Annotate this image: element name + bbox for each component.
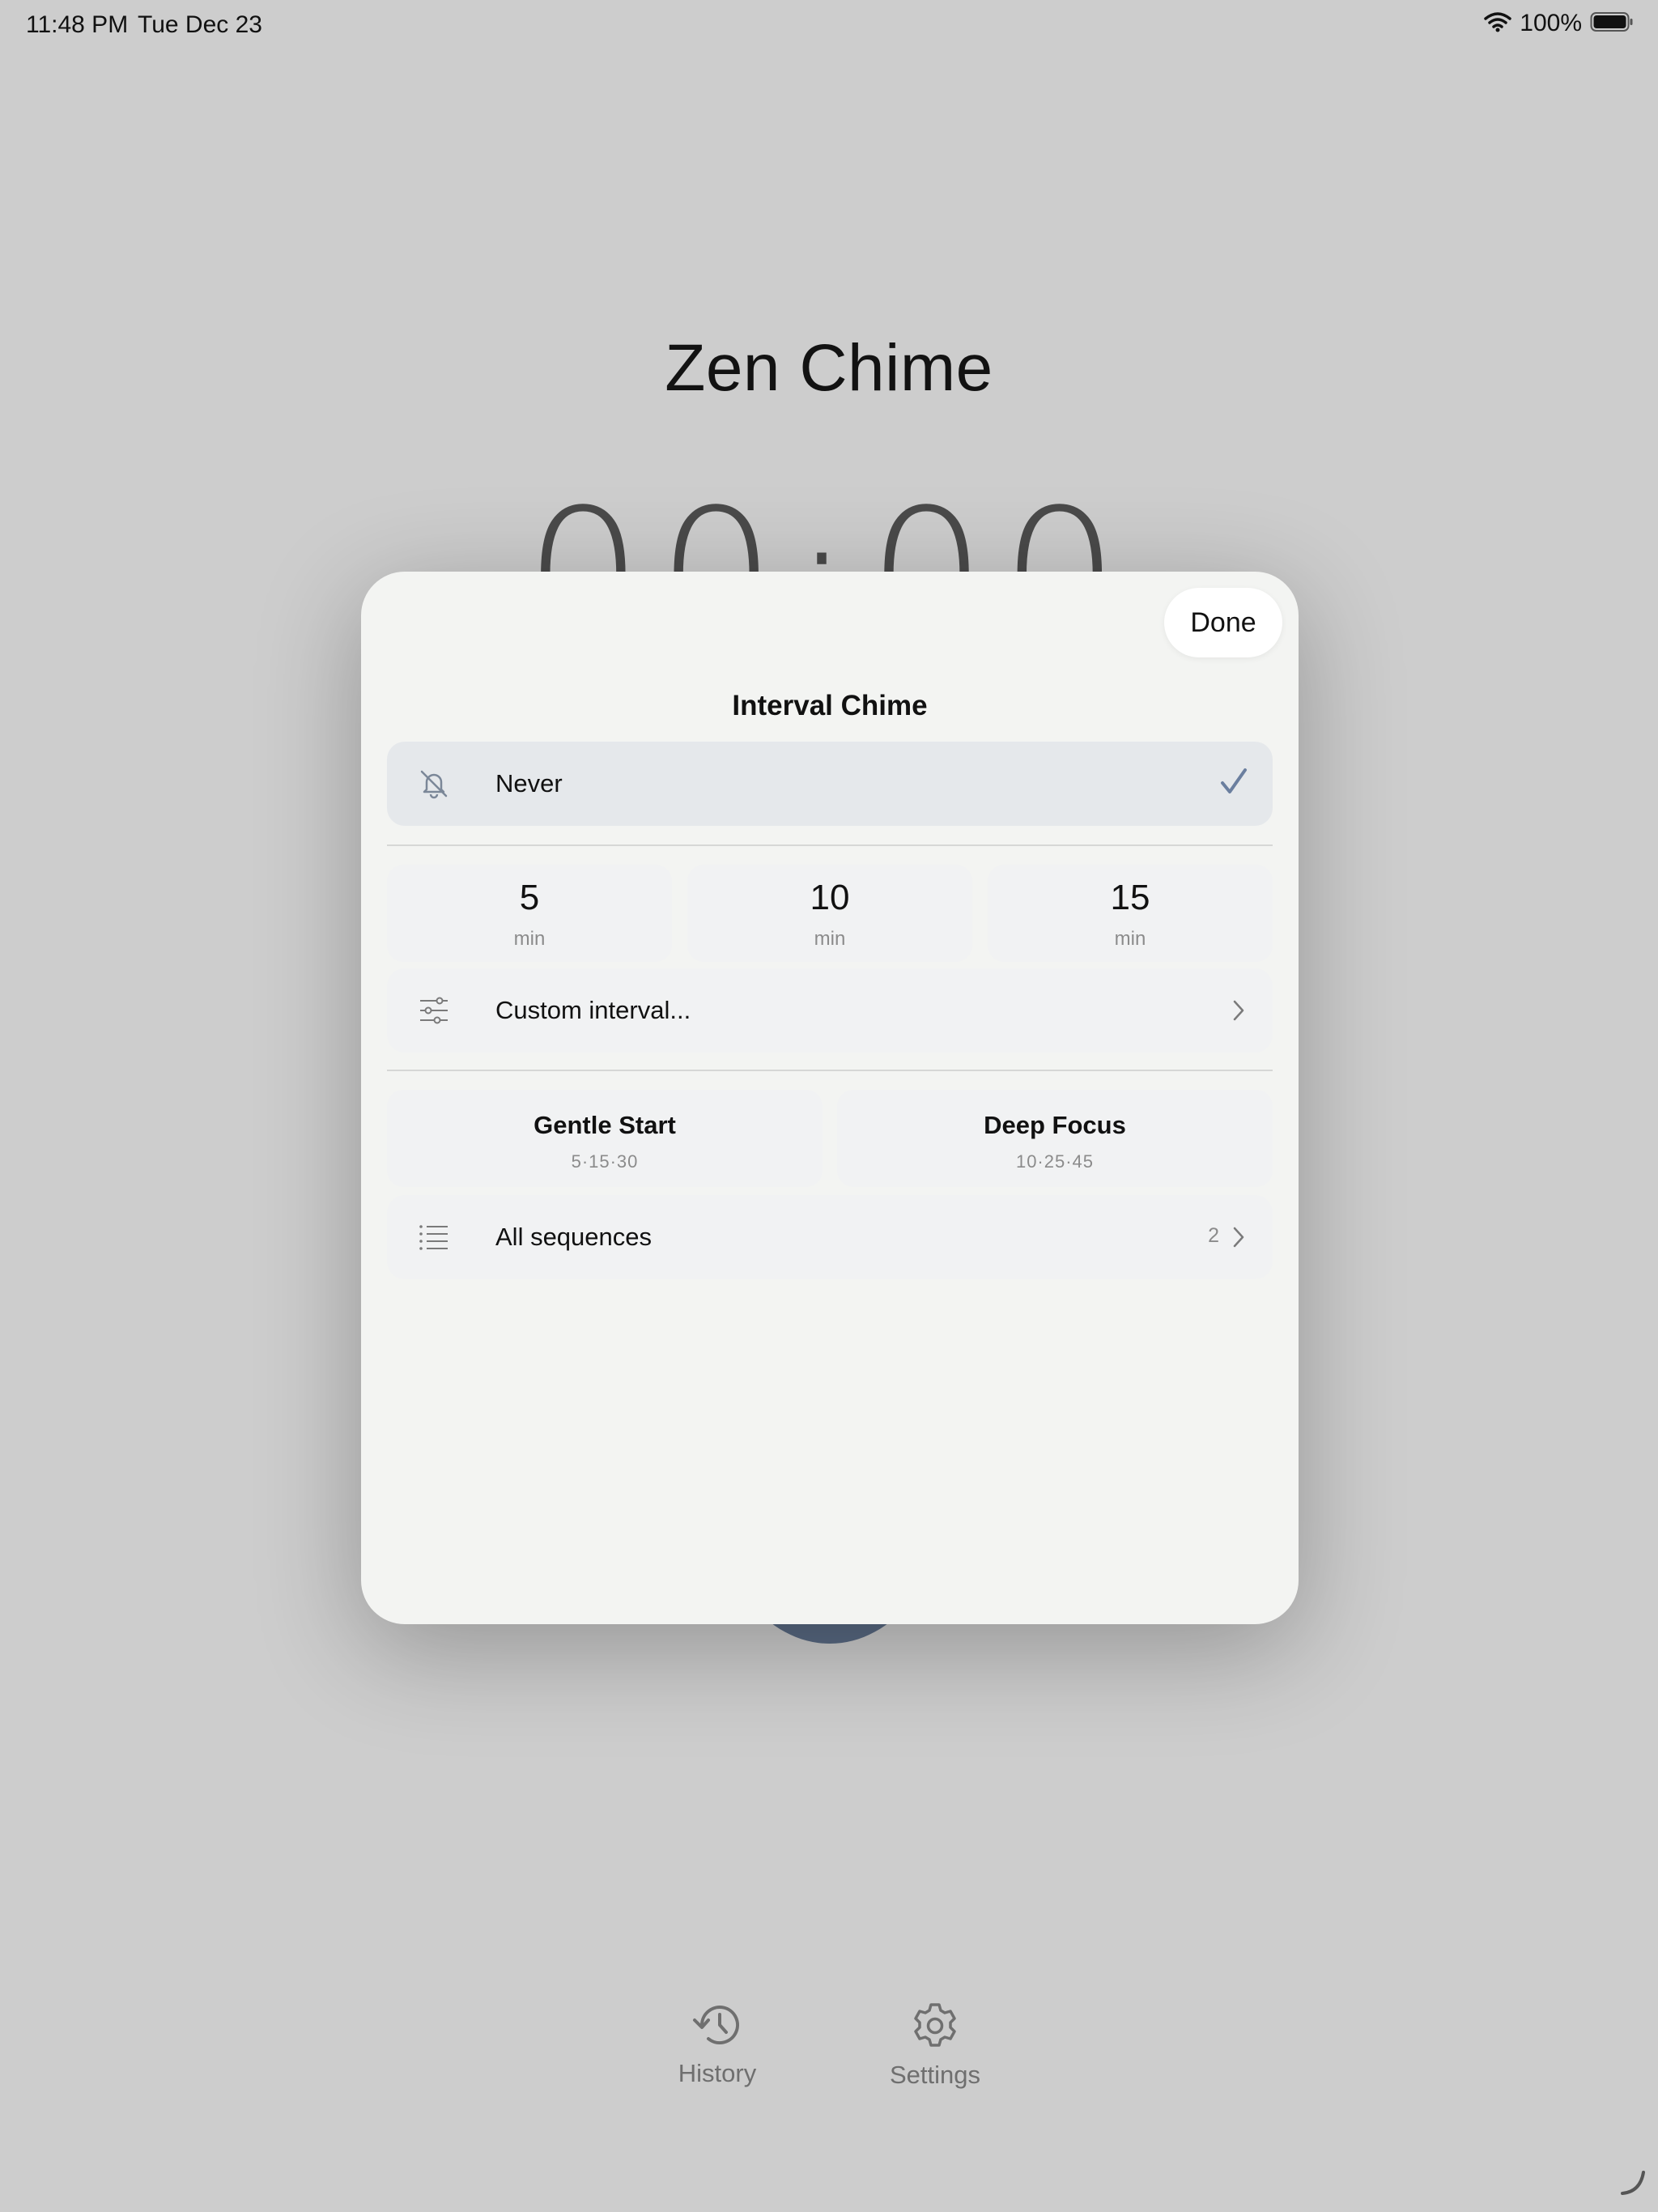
never-label: Never — [495, 769, 563, 798]
done-button[interactable]: Done — [1164, 588, 1282, 657]
battery-icon — [1590, 11, 1634, 36]
sequence-name: Deep Focus — [984, 1111, 1126, 1139]
sequence-pattern: 10·25·45 — [1015, 1151, 1095, 1172]
interval-option-5[interactable]: 5 min — [387, 865, 672, 962]
interval-unit: min — [1114, 928, 1146, 950]
resize-handle[interactable] — [1619, 2169, 1647, 2201]
chevron-right-icon — [1232, 1226, 1245, 1253]
interval-option-10[interactable]: 10 min — [687, 865, 972, 962]
history-button[interactable]: History — [672, 2000, 763, 2088]
sequence-gentle-start[interactable]: Gentle Start 5·15·30 — [387, 1090, 823, 1187]
bell-slash-icon — [418, 768, 450, 800]
interval-value: 5 — [519, 878, 540, 917]
interval-chime-sheet: Done Interval Chime Never 5 min 10 min 1… — [361, 572, 1299, 1624]
interval-unit: min — [513, 928, 546, 950]
all-sequences-row[interactable]: All sequences 2 — [387, 1195, 1273, 1279]
history-label: History — [678, 2059, 757, 2087]
settings-button[interactable]: Settings — [882, 2000, 988, 2090]
sequence-count: 2 — [1208, 1224, 1219, 1247]
option-never[interactable]: Never — [387, 742, 1273, 826]
bottom-toolbar: History Settings — [0, 2000, 1658, 2097]
divider — [387, 1070, 1273, 1071]
chevron-right-icon — [1232, 999, 1245, 1026]
sliders-icon — [418, 994, 450, 1027]
list-icon — [418, 1221, 450, 1253]
status-date: Tue Dec 23 — [138, 11, 262, 38]
all-sequences-label: All sequences — [495, 1223, 653, 1251]
sequence-name: Gentle Start — [534, 1111, 676, 1139]
divider — [387, 844, 1273, 846]
checkmark-icon — [1219, 766, 1248, 802]
interval-value: 15 — [1110, 878, 1150, 917]
wifi-icon — [1484, 11, 1512, 36]
interval-unit: min — [814, 928, 846, 950]
status-time: 11:48 PM — [26, 11, 129, 38]
interval-option-15[interactable]: 15 min — [988, 865, 1273, 962]
app-title: Zen Chime — [665, 331, 993, 405]
sequence-deep-focus[interactable]: Deep Focus 10·25·45 — [837, 1090, 1273, 1187]
sequence-pattern: 5·15·30 — [571, 1151, 639, 1172]
custom-interval-label: Custom interval... — [495, 996, 691, 1024]
settings-label: Settings — [889, 2061, 980, 2089]
history-icon — [691, 2000, 744, 2054]
custom-interval-row[interactable]: Custom interval... — [387, 968, 1273, 1053]
battery-percent: 100% — [1520, 10, 1582, 36]
interval-value: 10 — [810, 878, 850, 917]
status-bar: 11:48 PM Tue Dec 23 100% — [0, 0, 1658, 52]
sheet-title: Interval Chime — [732, 690, 928, 721]
status-right: 100% — [1484, 10, 1634, 37]
gear-icon — [909, 2000, 961, 2056]
